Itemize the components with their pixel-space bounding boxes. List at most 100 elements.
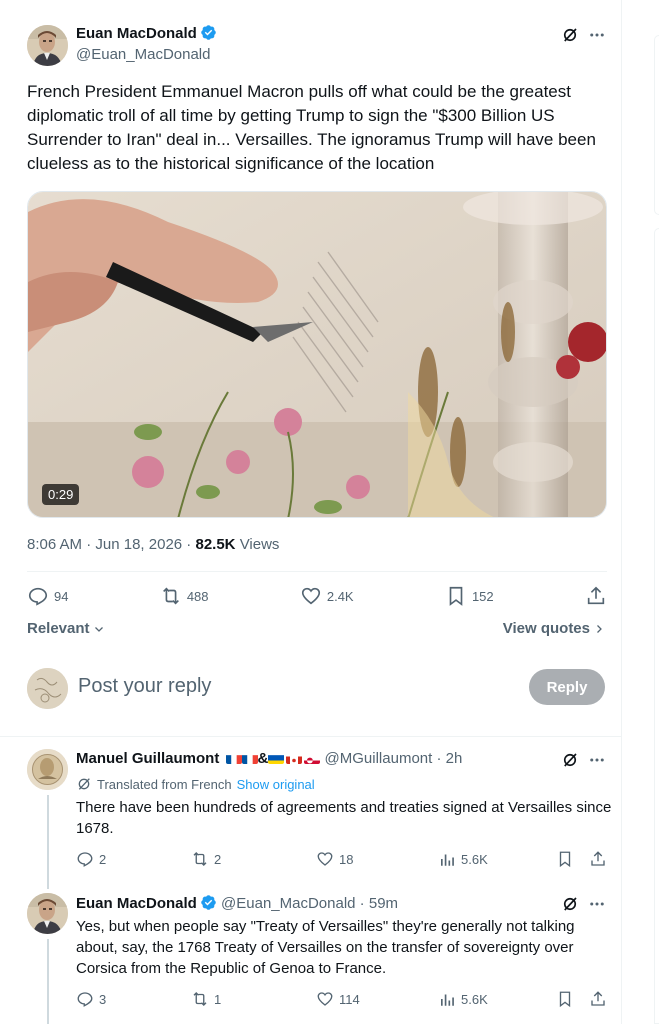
bookmark-button[interactable] [556, 990, 574, 1008]
more-icon[interactable] [588, 751, 606, 774]
thread-line [47, 939, 49, 1024]
views-count: 5.6K [461, 991, 488, 1007]
share-icon [591, 991, 605, 1006]
divider [0, 736, 622, 737]
share-button[interactable] [589, 850, 607, 868]
reply-input[interactable]: Post your reply [78, 675, 211, 698]
sort-row: Relevant View quotes [27, 620, 605, 637]
like-count: 114 [339, 991, 360, 1007]
reply-author-name[interactable]: Euan MacDonald [76, 895, 197, 912]
reply-text: There have been hundreds of agreements a… [76, 799, 612, 837]
relevant-dropdown[interactable]: Relevant [27, 620, 105, 637]
post-video[interactable]: 0:29 [27, 191, 607, 518]
reply-count: 2 [99, 851, 107, 867]
reply-age[interactable]: 59m [369, 895, 398, 912]
right-sidebar-card [654, 35, 659, 215]
like-count: 18 [339, 851, 354, 867]
repost-icon [162, 587, 179, 605]
france-flag-icon [241, 753, 258, 764]
reply-count: 3 [99, 991, 107, 1007]
right-sidebar-card [654, 228, 659, 1024]
grok-icon[interactable] [561, 26, 579, 49]
reply-text: Yes, but when people say "Treaty of Vers… [76, 918, 575, 977]
relevant-label: Relevant [27, 620, 90, 637]
like-button[interactable]: 2.4K [300, 585, 354, 607]
repost-count: 1 [214, 991, 222, 1007]
reply-count: 94 [54, 588, 69, 604]
share-icon [591, 851, 605, 866]
grok-icon[interactable] [561, 895, 579, 918]
post-timestamp[interactable]: 8:06 AM · Jun 18, 2026 · 82.5K Views [27, 536, 279, 553]
like-icon [301, 587, 320, 605]
flags-ampersand: & [257, 750, 269, 767]
view-quotes-link[interactable]: View quotes [503, 620, 605, 637]
translation-notice: Translated from French Show original [76, 776, 315, 792]
reply-button[interactable]: 2 [76, 850, 106, 868]
thread-line [47, 795, 49, 889]
video-duration: 0:29 [42, 484, 80, 505]
reply-avatar[interactable] [27, 749, 68, 790]
like-icon [317, 852, 333, 866]
reply-icon [28, 587, 48, 606]
repost-button[interactable]: 488 [160, 585, 209, 607]
share-icon [587, 586, 605, 605]
share-button[interactable] [585, 585, 607, 607]
reply-button[interactable]: 3 [76, 990, 106, 1008]
reply-author-name[interactable]: Manuel Guillaumont [76, 750, 219, 767]
reply-icon [77, 852, 93, 867]
more-icon[interactable] [588, 895, 606, 918]
reply-submit-button[interactable]: Reply [529, 669, 605, 705]
reply-avatar[interactable] [27, 893, 68, 934]
timeline-column: Euan MacDonald @Euan_MacDonald French Pr… [0, 0, 622, 1024]
post-date: Jun 18, 2026 [95, 536, 183, 553]
france-flag-icon [225, 753, 242, 764]
translate-icon [78, 778, 90, 790]
more-icon[interactable] [588, 26, 606, 49]
chevron-down-icon [94, 626, 103, 632]
author-avatar[interactable] [27, 25, 68, 66]
bookmark-button[interactable]: 152 [445, 585, 494, 607]
views-button[interactable]: 5.6K [438, 850, 488, 868]
reply-author-handle[interactable]: @MGuillaumont [325, 750, 433, 767]
verified-badge-icon [200, 894, 217, 915]
show-original-link[interactable]: Show original [237, 777, 315, 792]
grok-icon[interactable] [561, 751, 579, 774]
reply-age[interactable]: 2h [446, 750, 463, 767]
views-icon [441, 994, 454, 1006]
bookmark-icon [559, 851, 571, 868]
views-button[interactable]: 5.6K [438, 990, 488, 1008]
post-actions: 94 488 2.4K 152 [27, 585, 607, 607]
chevron-right-icon [597, 624, 602, 633]
reply-button[interactable]: 94 [27, 585, 68, 607]
verified-badge-icon [200, 24, 217, 46]
post-time: 8:06 AM [27, 536, 83, 553]
current-user-avatar[interactable] [27, 668, 68, 709]
canada-flag-icon [286, 753, 303, 764]
translated-label: Translated from French [97, 776, 232, 792]
like-count: 2.4K [326, 588, 354, 604]
repost-icon [193, 992, 207, 1006]
author-handle[interactable]: @Euan_MacDonald [76, 46, 210, 63]
reply-header: Manuel Guillaumont & @MGuillaumont · 2h [76, 750, 463, 767]
bookmark-icon [559, 991, 571, 1008]
repost-count: 488 [186, 588, 209, 604]
reply-header: Euan MacDonald @Euan_MacDonald · 59m [76, 894, 398, 915]
repost-button[interactable]: 1 [191, 990, 221, 1008]
repost-button[interactable]: 2 [191, 850, 221, 868]
views-icon [441, 854, 454, 866]
post-text: French President Emmanuel Macron pulls o… [27, 82, 596, 173]
views-count: 5.6K [461, 851, 488, 867]
views-count: 82.5K [195, 536, 236, 553]
bookmark-button[interactable] [556, 850, 574, 868]
like-button[interactable]: 18 [316, 850, 353, 868]
share-button[interactable] [589, 990, 607, 1008]
greenland-flag-icon [304, 753, 321, 764]
author-name[interactable]: Euan MacDonald [76, 25, 197, 42]
bookmark-icon [449, 586, 463, 606]
like-button[interactable]: 114 [316, 990, 360, 1008]
reply-author-handle[interactable]: @Euan_MacDonald [221, 895, 355, 912]
reply-icon [77, 992, 93, 1007]
repost-icon [193, 852, 207, 866]
ukraine-flag-icon [268, 753, 285, 764]
divider [27, 571, 607, 572]
